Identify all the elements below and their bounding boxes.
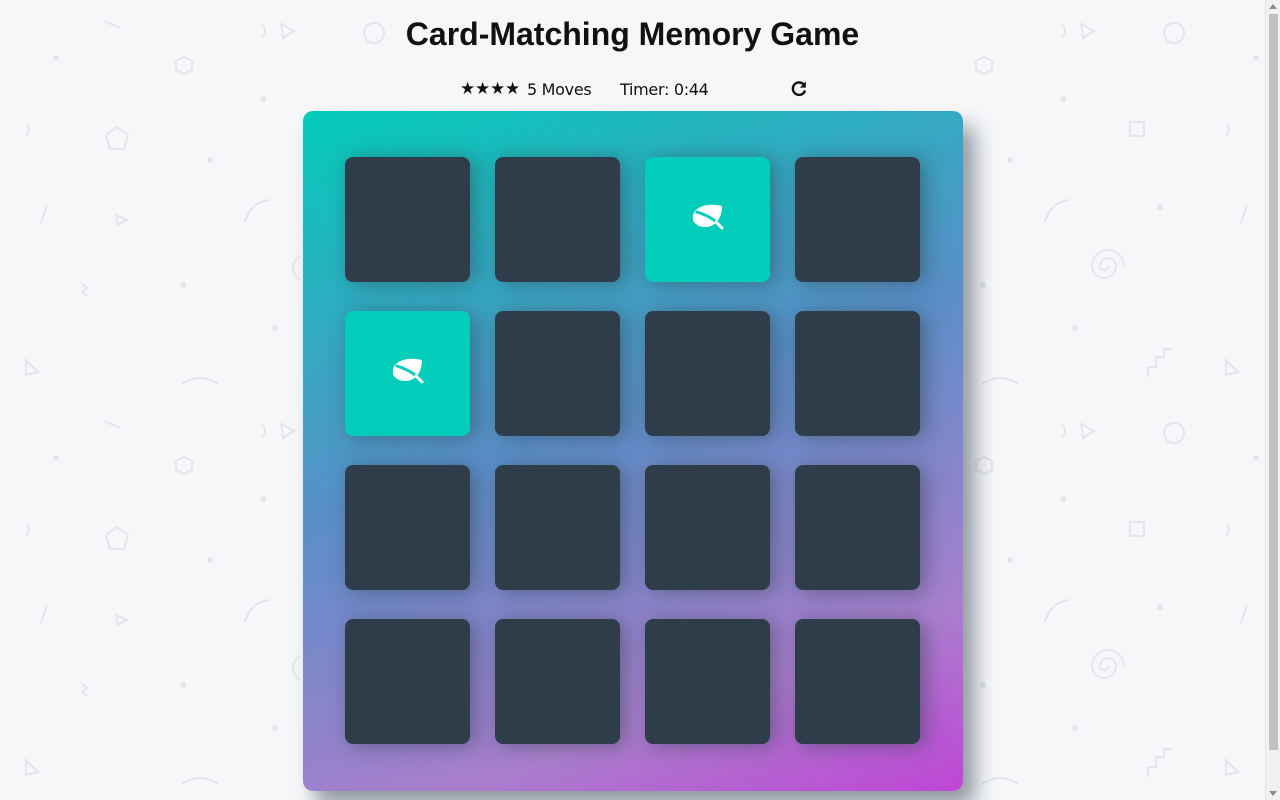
card[interactable] <box>345 311 470 436</box>
scroll-up-icon[interactable] <box>1269 4 1277 9</box>
star-icon: ★ <box>505 79 521 99</box>
page-title: Card-Matching Memory Game <box>405 16 860 52</box>
card[interactable] <box>645 619 770 744</box>
card[interactable] <box>495 619 620 744</box>
card[interactable] <box>345 619 470 744</box>
card[interactable] <box>345 465 470 590</box>
star-icon: ★ <box>460 79 476 99</box>
leaf-icon <box>391 357 425 390</box>
card[interactable] <box>795 465 920 590</box>
restart-icon <box>791 81 807 97</box>
card[interactable] <box>795 157 920 282</box>
card[interactable] <box>495 311 620 436</box>
card[interactable] <box>345 157 470 282</box>
timer: Timer: 0:44 <box>620 80 709 99</box>
card[interactable] <box>795 311 920 436</box>
leaf-icon <box>691 203 725 236</box>
card[interactable] <box>495 465 620 590</box>
card[interactable] <box>645 157 770 282</box>
star-rating: ★ ★ ★ ★ <box>460 78 520 100</box>
moves-counter: 5 Moves <box>527 80 592 99</box>
star-icon: ★ <box>490 79 506 99</box>
card[interactable] <box>645 465 770 590</box>
score-panel: ★ ★ ★ ★ 5 Moves Timer: 0:44 <box>460 78 810 102</box>
scroll-down-icon[interactable] <box>1269 791 1277 796</box>
card[interactable] <box>645 311 770 436</box>
star-icon: ★ <box>475 79 491 99</box>
card[interactable] <box>795 619 920 744</box>
scrollbar[interactable] <box>1265 0 1280 800</box>
card-deck <box>303 111 963 791</box>
scrollbar-thumb[interactable] <box>1269 14 1278 750</box>
restart-button[interactable] <box>790 80 808 98</box>
card[interactable] <box>495 157 620 282</box>
